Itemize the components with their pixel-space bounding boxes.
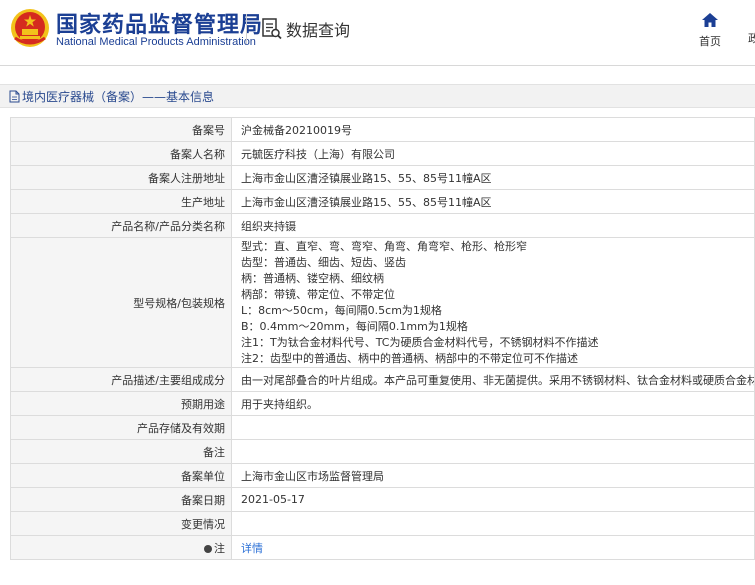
- table-row: 备案人名称 元毓医疗科技（上海）有限公司: [10, 141, 755, 166]
- nav-home-label: 首页: [699, 35, 721, 48]
- row-label: 备案单位: [10, 463, 232, 488]
- row-value: [231, 415, 755, 440]
- site-header: 国家药品监督管理局 National Medical Products Admi…: [0, 0, 755, 66]
- spec-list: 型式：直、直窄、弯、弯窄、角弯、角弯窄、枪形、枪形窄 齿型：普通齿、细齿、短齿、…: [231, 237, 755, 368]
- row-label: 产品名称/产品分类名称: [10, 213, 232, 238]
- nav-home[interactable]: 首页: [694, 12, 726, 49]
- site-subtitle: National Medical Products Administration: [56, 36, 256, 48]
- table-row: 型号规格/包装规格 型式：直、直窄、弯、弯窄、角弯、角弯窄、枪形、枪形窄 齿型：…: [10, 237, 755, 368]
- table-row: 产品名称/产品分类名称 组织夹持镊: [10, 213, 755, 238]
- table-row: 生产地址 上海市金山区漕泾镇展业路15、55、85号11幢A区: [10, 189, 755, 214]
- table-row: 注 详情: [10, 535, 755, 560]
- header-divider: [246, 14, 247, 44]
- table-row: 产品描述/主要组成成分 由一对尾部叠合的叶片组成。本产品可重复使用、非无菌提供。…: [10, 367, 755, 392]
- data-query-label: 数据查询: [286, 21, 351, 40]
- note-value: 详情: [231, 535, 755, 560]
- table-row: 变更情况: [10, 511, 755, 536]
- row-label: 生产地址: [10, 189, 232, 214]
- breadcrumb: 境内医疗器械（备案）——基本信息: [0, 84, 755, 108]
- table-row: 备案号 沪金械备20210019号: [10, 117, 755, 142]
- note-label-text: 注: [214, 541, 225, 555]
- row-value: [231, 511, 755, 536]
- pin-icon: [204, 544, 212, 553]
- home-icon: [702, 13, 718, 27]
- spec-line: 注2：齿型中的普通齿、柄中的普通柄、柄部中的不带定位可不作描述: [241, 351, 578, 365]
- row-label: 备注: [10, 439, 232, 464]
- row-value: 用于夹持组织。: [231, 391, 755, 416]
- table-row: 备案人注册地址 上海市金山区漕泾镇展业路15、55、85号11幢A区: [10, 165, 755, 190]
- nav-item-cut[interactable]: 政: [748, 30, 755, 46]
- spec-line: 柄部：带镜、带定位、不带定位: [241, 287, 395, 301]
- data-query-icon: [262, 18, 282, 40]
- national-emblem-icon: [11, 9, 49, 47]
- detail-link[interactable]: 详情: [241, 542, 263, 555]
- table-row: 备案单位 上海市金山区市场监督管理局: [10, 463, 755, 488]
- row-label: 变更情况: [10, 511, 232, 536]
- spec-line: 注1：T为钛合金材料代号、TC为硬质合金材料代号，不锈钢材料不作描述: [241, 335, 599, 349]
- spec-line: L：8cm～50cm，每间隔0.5cm为1规格: [241, 303, 442, 317]
- row-value: 元毓医疗科技（上海）有限公司: [231, 141, 755, 166]
- row-value: 上海市金山区市场监督管理局: [231, 463, 755, 488]
- breadcrumb-text: 境内医疗器械（备案）——基本信息: [22, 89, 215, 104]
- row-value: 上海市金山区漕泾镇展业路15、55、85号11幢A区: [231, 165, 755, 190]
- document-icon: [9, 90, 20, 102]
- spec-line: 型式：直、直窄、弯、弯窄、角弯、角弯窄、枪形、枪形窄: [241, 239, 527, 253]
- row-value: [231, 439, 755, 464]
- spec-line: 齿型：普通齿、细齿、短齿、竖齿: [241, 255, 406, 269]
- row-label: 备案人名称: [10, 141, 232, 166]
- spec-line: 柄：普通柄、镂空柄、细纹柄: [241, 271, 384, 285]
- table-row: 产品存储及有效期: [10, 415, 755, 440]
- row-label: 备案人注册地址: [10, 165, 232, 190]
- table-row: 备注: [10, 439, 755, 464]
- row-value: 2021-05-17: [231, 487, 755, 512]
- row-label: 备案日期: [10, 487, 232, 512]
- row-value: 组织夹持镊: [231, 213, 755, 238]
- table-row: 预期用途 用于夹持组织。: [10, 391, 755, 416]
- row-value: 上海市金山区漕泾镇展业路15、55、85号11幢A区: [231, 189, 755, 214]
- row-value: 沪金械备20210019号: [231, 117, 755, 142]
- row-value: 由一对尾部叠合的叶片组成。本产品可重复使用、非无菌提供。采用不锈钢材料、钛合金材…: [231, 367, 755, 392]
- row-label: 预期用途: [10, 391, 232, 416]
- note-label: 注: [10, 535, 232, 560]
- row-label: 备案号: [10, 117, 232, 142]
- info-table: 备案号 沪金械备20210019号 备案人名称 元毓医疗科技（上海）有限公司 备…: [10, 117, 755, 560]
- spec-line: B：0.4mm～20mm，每间隔0.1mm为1规格: [241, 319, 468, 333]
- data-query-link[interactable]: 数据查询: [262, 16, 350, 42]
- row-label: 产品描述/主要组成成分: [10, 367, 232, 392]
- table-row: 备案日期 2021-05-17: [10, 487, 755, 512]
- site-title: 国家药品监督管理局: [56, 13, 264, 38]
- row-label: 型号规格/包装规格: [10, 237, 232, 368]
- row-label: 产品存储及有效期: [10, 415, 232, 440]
